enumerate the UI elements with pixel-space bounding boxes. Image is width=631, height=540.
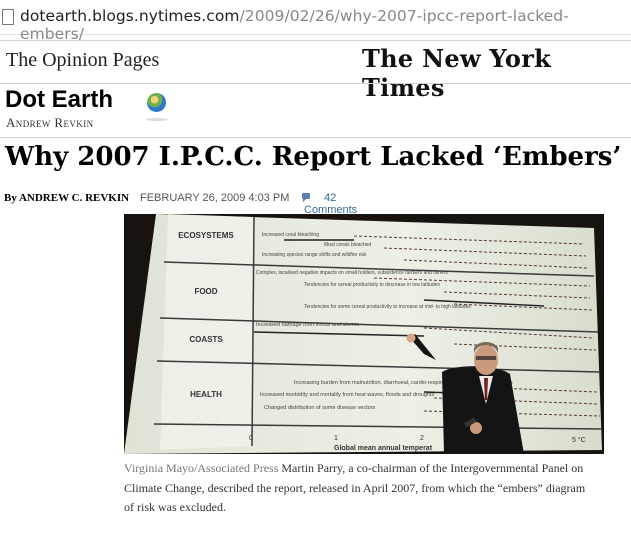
row-text-health-2: Increased morbidity and mortality from h… [260, 392, 435, 398]
blog-author[interactable]: Andrew Revkin [6, 115, 94, 131]
photo-illustration: ECOSYSTEMS FOOD COASTS HEALTH Increased … [124, 214, 604, 454]
article-date: FEBRUARY 26, 2009 4:03 PM [140, 192, 290, 204]
row-text-food-3: Tendencies for some cereal productivity … [304, 304, 471, 310]
url-host: dotearth.blogs.nytimes.com [20, 7, 240, 25]
comments-count[interactable]: 42 [324, 192, 336, 204]
row-text-coasts-1: Increased damage from floods and storms [256, 322, 359, 328]
row-label-ecosystems: ECOSYSTEMS [178, 231, 234, 240]
axis-tick-1: 1 [334, 435, 338, 442]
comment-icon[interactable] [302, 193, 310, 202]
row-text-ecosystems-1: Increased coral bleaching [262, 232, 319, 238]
axis-tick-5: 5 °C [572, 436, 586, 444]
url-text[interactable]: dotearth.blogs.nytimes.com/2009/02/26/wh… [20, 7, 631, 43]
globe-shadow [146, 118, 168, 121]
nyt-logo[interactable]: The New York Times [362, 44, 631, 102]
row-label-coasts: COASTS [189, 335, 223, 344]
header-rule [0, 40, 631, 41]
row-text-health-3: Changed distribution of some disease vec… [264, 405, 376, 411]
photo-credit: Virginia Mayo/Associated Press [124, 461, 279, 475]
article-headline: Why 2007 I.P.C.C. Report Lacked ‘Embers’ [5, 142, 622, 172]
blog-divider [0, 137, 631, 138]
address-bar[interactable]: dotearth.blogs.nytimes.com/2009/02/26/wh… [0, 0, 631, 43]
article-byline[interactable]: By ANDREW C. REVKIN [4, 192, 129, 204]
axis-label: Global mean annual temperat [334, 445, 433, 452]
header-divider [0, 83, 631, 84]
row-label-food: FOOD [194, 287, 217, 296]
row-text-ecosystems-2: Most corals bleached [324, 242, 371, 248]
page-icon [2, 9, 14, 25]
row-text-ecosystems-3: Increasing species range shifts and wild… [262, 252, 367, 258]
axis-tick-2: 2 [420, 435, 424, 442]
globe-icon [147, 93, 166, 112]
row-text-food-1: Complex, localised negative impacts on s… [256, 270, 449, 276]
row-text-food-2: Tendencies for cereal productivity to de… [304, 282, 440, 288]
photo-caption: Virginia Mayo/Associated Press Martin Pa… [124, 459, 594, 518]
article-photo: ECOSYSTEMS FOOD COASTS HEALTH Increased … [124, 214, 604, 454]
section-title[interactable]: The Opinion Pages [6, 49, 159, 72]
blog-title[interactable]: Dot Earth [5, 86, 113, 114]
row-label-health: HEALTH [190, 390, 222, 399]
axis-tick-0: 0 [249, 435, 253, 442]
